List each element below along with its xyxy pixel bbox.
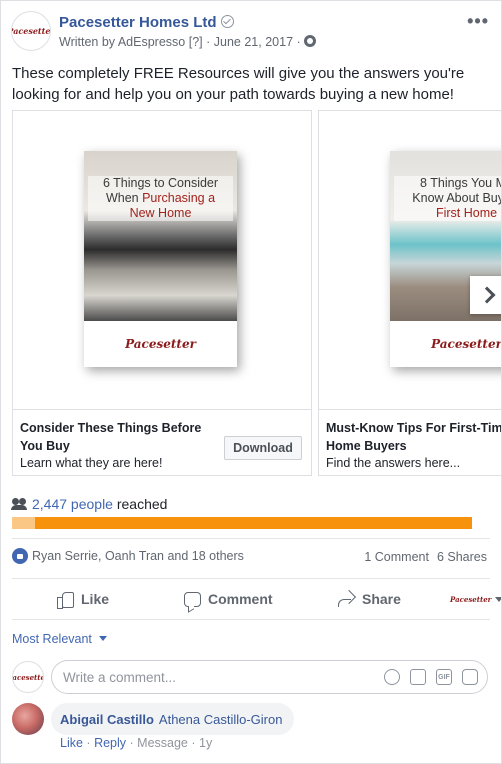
brand-logo: Pacesetter: [12, 672, 43, 682]
comment-bubble-icon: [184, 591, 201, 607]
comment-input-placeholder: Write a comment...: [63, 670, 177, 685]
carousel-card-headline[interactable]: Must-Know Tips For First-Time Home Buyer…: [326, 419, 501, 455]
ebook-cover-logo: Pacesetter: [390, 321, 502, 367]
brand-logo: Pacesetter: [431, 337, 502, 351]
like-button[interactable]: Like: [57, 581, 109, 617]
ebook-cover: 6 Things to Consider When Purchasing a N…: [84, 151, 237, 367]
brand-logo: Pacesetter: [125, 337, 196, 351]
comment-button[interactable]: Comment: [184, 581, 273, 617]
reach-stats: 2,447 people reached: [11, 496, 168, 512]
divider: [12, 578, 490, 579]
ebook-cover: 8 Things You Mu Know About Buying First …: [390, 151, 502, 367]
carousel-card[interactable]: 6 Things to Consider When Purchasing a N…: [12, 110, 312, 476]
post-date-link[interactable]: June 21, 2017: [214, 35, 293, 49]
comment-time[interactable]: 1y: [199, 736, 212, 750]
comment-author-link[interactable]: Abigail Castillo: [60, 712, 154, 727]
carousel-card-headline[interactable]: Consider These Things Before You Buy: [20, 419, 220, 455]
ebook-cover-title: 6 Things to Consider When Purchasing a N…: [88, 176, 233, 221]
brand-logo: Pacesetter: [450, 594, 492, 604]
reactions-summary[interactable]: Ryan Serrie, Oanh Tran and 18 others: [12, 548, 244, 564]
engagement-counts: 1 Comment 6 Shares: [364, 550, 487, 564]
comment-message-link[interactable]: Message: [137, 736, 188, 750]
download-button[interactable]: Download: [224, 436, 302, 460]
reach-suffix: reached: [116, 496, 168, 512]
chevron-right-icon: [478, 286, 495, 304]
gif-icon[interactable]: GIF: [436, 669, 452, 685]
brand-logo: Pacesetter: [12, 26, 51, 36]
commenter-avatar[interactable]: Pacesetter: [12, 661, 44, 693]
ebook-cover-logo: Pacesetter: [84, 321, 237, 367]
post-header: Pacesetter Pacesetter Homes Ltd Written …: [11, 11, 491, 55]
reach-progress-bar: [12, 517, 472, 529]
chevron-down-icon: [495, 596, 501, 602]
reply-author-avatar[interactable]: [12, 703, 44, 735]
post-card: Pacesetter Pacesetter Homes Ltd Written …: [0, 0, 502, 764]
reaction-names[interactable]: Ryan Serrie, Oanh Tran and 18 others: [32, 549, 244, 563]
chevron-down-icon: [99, 636, 108, 641]
reach-progress-fill: [12, 517, 35, 529]
post-byline: Written by AdEspresso [?] · June 21, 201…: [59, 35, 317, 49]
carousel-card-image[interactable]: 6 Things to Consider When Purchasing a N…: [13, 111, 311, 410]
verified-icon: [220, 15, 234, 28]
emoji-icon[interactable]: [384, 669, 400, 685]
comment-bubble: Abigail Castillo Athena Castillo-Giron: [51, 703, 295, 735]
ad-carousel: 6 Things to Consider When Purchasing a N…: [12, 110, 502, 476]
ebook-cover-title: 8 Things You Mu Know About Buying First …: [394, 176, 501, 221]
post-actions: Like Comment Share Pacesetter: [12, 581, 501, 617]
camera-icon[interactable]: [410, 669, 426, 685]
divider: [12, 619, 490, 620]
share-button[interactable]: Share: [338, 581, 401, 617]
sticker-icon[interactable]: [462, 669, 478, 685]
divider: [12, 538, 490, 539]
like-reaction-icon: [12, 548, 28, 564]
thumbs-up-icon: [57, 591, 74, 609]
page-name-link[interactable]: Pacesetter Homes Ltd: [59, 14, 217, 31]
share-arrow-icon: [338, 592, 355, 607]
comments-count-link[interactable]: 1 Comment: [364, 550, 429, 564]
carousel-card-info: Must-Know Tips For First-Time Home Buyer…: [319, 411, 501, 475]
tagged-person-link[interactable]: Athena Castillo-Giron: [159, 712, 283, 727]
comment-reply-link[interactable]: Reply: [94, 736, 126, 750]
people-icon: [11, 498, 28, 510]
carousel-card-info: Consider These Things Before You Buy Lea…: [13, 411, 311, 475]
carousel-next-button[interactable]: [470, 276, 501, 314]
byline-author-link[interactable]: AdEspresso: [118, 35, 185, 49]
post-message: These completely FREE Resources will giv…: [12, 65, 465, 103]
reach-count-link[interactable]: 2,447 people: [32, 496, 113, 512]
comment-input[interactable]: Write a comment... GIF: [51, 660, 488, 694]
shares-count-link[interactable]: 6 Shares: [437, 550, 487, 564]
comment-sort-dropdown[interactable]: Most Relevant: [12, 632, 108, 646]
byline-help-link[interactable]: [?]: [189, 35, 203, 49]
page-avatar[interactable]: Pacesetter: [11, 11, 51, 51]
byline-dot: ·: [206, 35, 211, 49]
byline-prefix: Written by: [59, 35, 116, 49]
byline-dot: ·: [296, 35, 301, 49]
comment-input-tools: GIF: [374, 669, 478, 685]
audience-gear-icon[interactable]: [304, 35, 317, 47]
comment-meta: Like · Reply · Message · 1y: [60, 736, 213, 750]
comment-like-link[interactable]: Like: [60, 736, 83, 750]
carousel-card-image[interactable]: 8 Things You Mu Know About Buying First …: [319, 111, 502, 410]
page-name-row: Pacesetter Homes Ltd: [59, 14, 234, 31]
post-as-page-selector[interactable]: Pacesetter: [450, 581, 501, 617]
more-options-icon[interactable]: •••: [467, 11, 489, 32]
carousel-card-description: Find the answers here...: [326, 456, 461, 470]
carousel-card-description: Learn what they are here!: [20, 456, 163, 470]
